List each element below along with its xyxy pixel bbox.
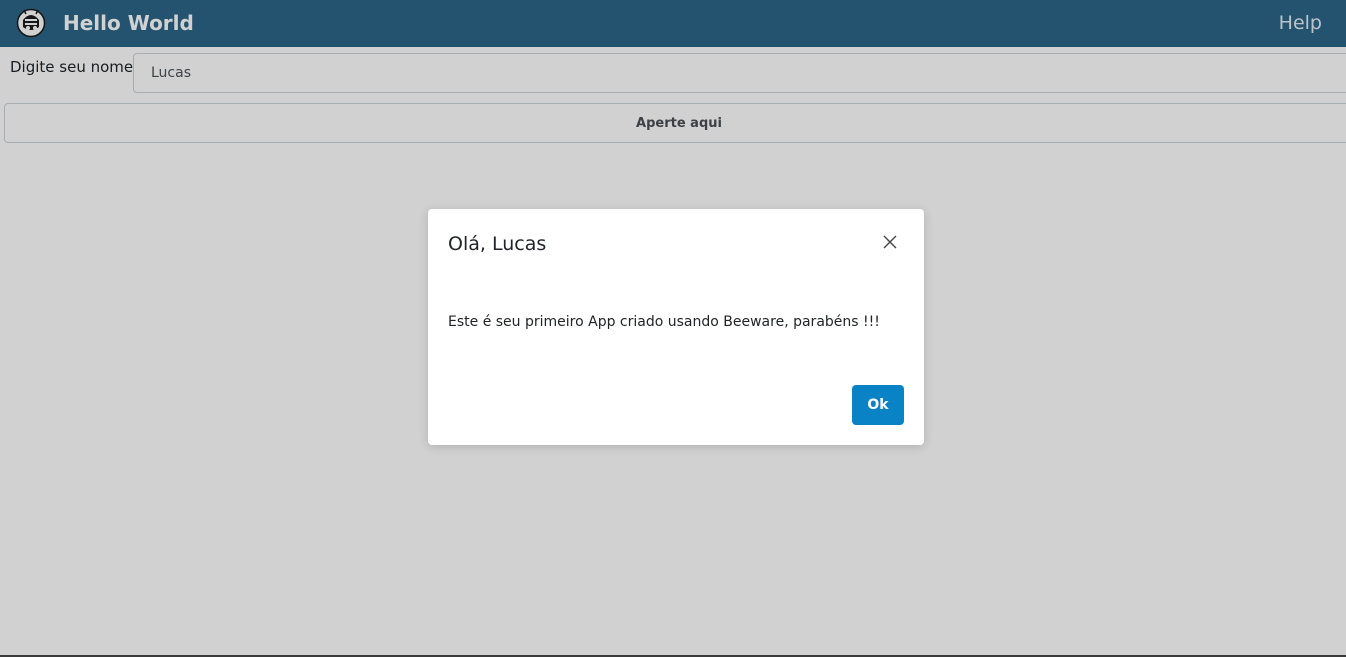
greeting-dialog: Olá, Lucas Este é seu primeiro App criad…	[428, 209, 924, 445]
close-icon[interactable]	[882, 234, 898, 250]
dialog-title: Olá, Lucas	[448, 233, 547, 255]
dialog-message: Este é seu primeiro App criado usando Be…	[448, 314, 880, 330]
ok-button[interactable]: Ok	[852, 385, 904, 425]
